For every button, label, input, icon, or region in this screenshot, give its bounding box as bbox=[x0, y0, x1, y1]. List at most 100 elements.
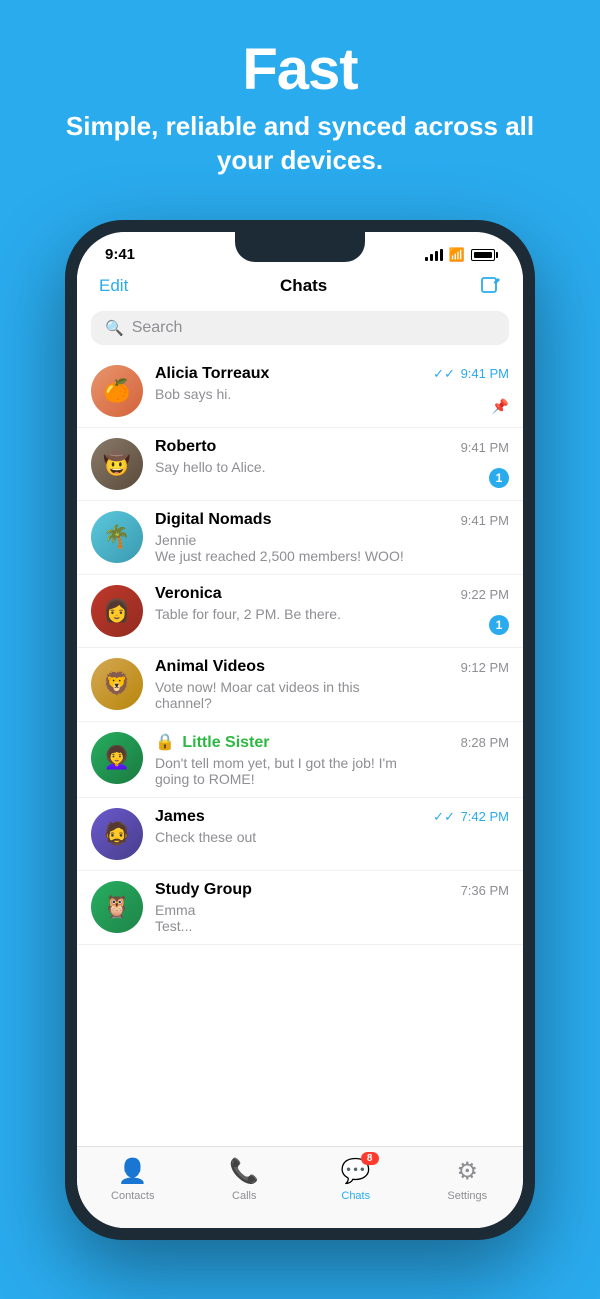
contacts-icon: 👤 bbox=[118, 1158, 148, 1185]
tab-chats[interactable]: 💬8 Chats bbox=[316, 1157, 396, 1202]
chat-header-row: Animal Videos 9:12 PM bbox=[155, 658, 509, 676]
pin-icon: 📌 bbox=[492, 398, 509, 415]
list-item[interactable]: 🍊 Alicia Torreaux ✓✓ 9:41 PM Bob says hi. 📌 bbox=[77, 355, 523, 428]
chat-header-row: 🔒 Little Sister 8:28 PM bbox=[155, 732, 509, 752]
chat-content: 🔒 Little Sister 8:28 PM Don't tell mom yet… bbox=[155, 732, 509, 787]
unread-badge: 1 bbox=[489, 468, 509, 488]
calls-icon-wrap: 📞 bbox=[229, 1157, 259, 1186]
tab-settings[interactable]: ⚙ Settings bbox=[427, 1157, 507, 1202]
chat-header-row: Veronica 9:22 PM bbox=[155, 585, 509, 603]
wifi-icon: 📶 bbox=[449, 247, 465, 263]
avatar: 🦁 bbox=[91, 658, 143, 710]
phone-screen: 9:41 📶 Edit Chats bbox=[77, 232, 523, 1228]
lock-icon: 🔒 bbox=[155, 734, 179, 751]
double-check-icon: ✓✓ bbox=[433, 366, 458, 381]
chat-header-row: Digital Nomads 9:41 PM bbox=[155, 511, 509, 529]
list-item[interactable]: 🦉 Study Group 7:36 PM EmmaTest... bbox=[77, 871, 523, 945]
chat-preview: Bob says hi. bbox=[155, 386, 415, 402]
chat-preview-sub: Jennie bbox=[155, 532, 415, 548]
chat-name: Study Group bbox=[155, 881, 252, 899]
search-icon: 🔍 bbox=[105, 319, 124, 337]
chat-name: James bbox=[155, 808, 205, 826]
avatar: 🌴 bbox=[91, 511, 143, 563]
chat-time: 9:41 PM bbox=[461, 513, 509, 528]
chat-list: 🍊 Alicia Torreaux ✓✓ 9:41 PM Bob says hi. 📌 🤠… bbox=[77, 355, 523, 1166]
phone-frame: 9:41 📶 Edit Chats bbox=[65, 220, 535, 1240]
search-bar-wrap: 🔍 Search bbox=[77, 305, 523, 355]
tab-contacts[interactable]: 👤 Contacts bbox=[93, 1157, 173, 1202]
chat-content: Digital Nomads 9:41 PM JennieWe just reach… bbox=[155, 511, 509, 564]
search-placeholder: Search bbox=[132, 319, 183, 337]
chat-content: Alicia Torreaux ✓✓ 9:41 PM Bob says hi. bbox=[155, 365, 509, 402]
chat-preview: Say hello to Alice. bbox=[155, 459, 415, 475]
chat-preview: Test... bbox=[155, 918, 415, 934]
avatar: 👩‍🦱 bbox=[91, 732, 143, 784]
nav-bar: Edit Chats bbox=[77, 271, 523, 305]
edit-button[interactable]: Edit bbox=[99, 276, 128, 296]
status-time: 9:41 bbox=[105, 246, 135, 263]
list-item[interactable]: 🌴 Digital Nomads 9:41 PM JennieWe just reac… bbox=[77, 501, 523, 575]
notch bbox=[235, 232, 365, 262]
avatar: 🍊 bbox=[91, 365, 143, 417]
unread-badge: 1 bbox=[489, 615, 509, 635]
chat-content: Animal Videos 9:12 PM Vote now! Moar cat v… bbox=[155, 658, 509, 711]
battery-icon bbox=[471, 249, 495, 261]
list-item[interactable]: 👩 Veronica 9:22 PM Table for four, 2 PM. Be… bbox=[77, 575, 523, 648]
hero-section: Fast Simple, reliable and synced across … bbox=[0, 0, 600, 205]
avatar: 🧔 bbox=[91, 808, 143, 860]
chat-time: ✓✓ 9:41 PM bbox=[433, 366, 509, 382]
chat-header-row: Alicia Torreaux ✓✓ 9:41 PM bbox=[155, 365, 509, 383]
tab-bar: 👤 Contacts 📞 Calls 💬8 Chats ⚙ Settings bbox=[77, 1146, 523, 1228]
chat-content: James ✓✓ 7:42 PM Check these out bbox=[155, 808, 509, 845]
chat-time: ✓✓ 7:42 PM bbox=[433, 809, 509, 825]
list-item[interactable]: 🤠 Roberto 9:41 PM Say hello to Alice. 1 bbox=[77, 428, 523, 501]
tab-calls[interactable]: 📞 Calls bbox=[204, 1157, 284, 1202]
chat-preview: Don't tell mom yet, but I got the job! I… bbox=[155, 755, 415, 787]
chat-name: Animal Videos bbox=[155, 658, 265, 676]
search-bar[interactable]: 🔍 Search bbox=[91, 311, 509, 345]
chat-content: Roberto 9:41 PM Say hello to Alice. bbox=[155, 438, 509, 475]
status-icons: 📶 bbox=[425, 247, 495, 263]
avatar: 👩 bbox=[91, 585, 143, 637]
chat-name: Veronica bbox=[155, 585, 222, 603]
chat-time: 7:36 PM bbox=[461, 883, 509, 898]
chat-time: 9:12 PM bbox=[461, 660, 509, 675]
chat-header-row: James ✓✓ 7:42 PM bbox=[155, 808, 509, 826]
chat-content: Veronica 9:22 PM Table for four, 2 PM. Be … bbox=[155, 585, 509, 622]
tab-badge: 8 bbox=[361, 1152, 379, 1165]
list-item[interactable]: 👩‍🦱 🔒 Little Sister 8:28 PM Don't tell mom … bbox=[77, 722, 523, 798]
chat-header-row: Study Group 7:36 PM bbox=[155, 881, 509, 899]
chat-time: 8:28 PM bbox=[461, 735, 509, 750]
chat-name: Digital Nomads bbox=[155, 511, 271, 529]
calls-icon: 📞 bbox=[229, 1158, 259, 1185]
contacts-label: Contacts bbox=[111, 1190, 154, 1202]
chat-header-row: Roberto 9:41 PM bbox=[155, 438, 509, 456]
chats-icon-wrap: 💬8 bbox=[341, 1157, 371, 1186]
avatar: 🤠 bbox=[91, 438, 143, 490]
chat-name: Roberto bbox=[155, 438, 216, 456]
chat-time: 9:22 PM bbox=[461, 587, 509, 602]
chat-preview-sub: Emma bbox=[155, 902, 415, 918]
signal-bars-icon bbox=[425, 249, 443, 261]
hero-title: Fast bbox=[40, 38, 560, 102]
chat-preview: Vote now! Moar cat videos in this channe… bbox=[155, 679, 415, 711]
avatar: 🦉 bbox=[91, 881, 143, 933]
chat-name: 🔒 Little Sister bbox=[155, 732, 270, 752]
settings-icon-wrap: ⚙ bbox=[456, 1157, 478, 1186]
chat-name: Alicia Torreaux bbox=[155, 365, 269, 383]
compose-icon[interactable] bbox=[479, 275, 501, 297]
hero-subtitle: Simple, reliable and synced across all y… bbox=[40, 110, 560, 178]
contacts-icon-wrap: 👤 bbox=[118, 1157, 148, 1186]
list-item[interactable]: 🦁 Animal Videos 9:12 PM Vote now! Moar cat … bbox=[77, 648, 523, 722]
list-item[interactable]: 🧔 James ✓✓ 7:42 PM Check these out bbox=[77, 798, 523, 871]
chat-preview: We just reached 2,500 members! WOO! bbox=[155, 548, 415, 564]
chat-preview: Table for four, 2 PM. Be there. bbox=[155, 606, 415, 622]
double-check-icon: ✓✓ bbox=[433, 809, 458, 824]
chats-label: Chats bbox=[341, 1190, 370, 1202]
chat-content: Study Group 7:36 PM EmmaTest... bbox=[155, 881, 509, 934]
chat-preview: Check these out bbox=[155, 829, 415, 845]
settings-label: Settings bbox=[447, 1190, 487, 1202]
calls-label: Calls bbox=[232, 1190, 256, 1202]
chat-time: 9:41 PM bbox=[461, 440, 509, 455]
settings-icon: ⚙ bbox=[456, 1158, 478, 1185]
